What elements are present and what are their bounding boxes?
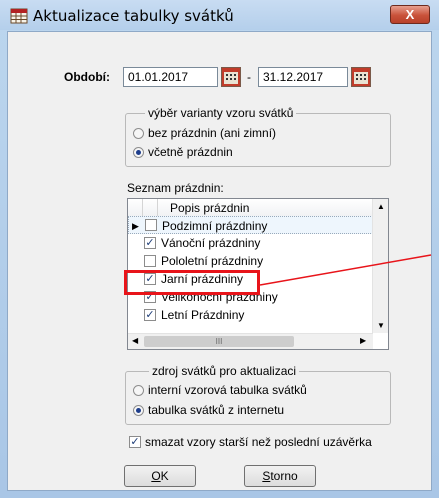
horizontal-scrollbar[interactable]: ◀ III ▶ xyxy=(128,333,373,349)
scroll-left-icon[interactable]: ◀ xyxy=(132,336,138,345)
variant-group-title: výběr varianty vzoru svátků xyxy=(145,106,297,120)
column-header-description[interactable]: Popis prázdnin xyxy=(170,201,249,215)
calendar-to-icon[interactable] xyxy=(351,67,371,87)
ok-button[interactable]: OK xyxy=(124,465,196,487)
calendar-from-icon[interactable] xyxy=(221,67,241,87)
ok-hotkey: O xyxy=(151,469,161,483)
variant-radio-with-holidays[interactable] xyxy=(133,147,144,158)
title-bar[interactable]: Aktualizace tabulky svátků X xyxy=(0,0,439,30)
row-checkbox[interactable]: ✓ xyxy=(144,309,156,321)
dialog-window: Aktualizace tabulky svátků X Období: 01.… xyxy=(0,0,439,498)
source-radio-internal[interactable] xyxy=(133,385,144,396)
list-item[interactable]: ✓ Vánoční prázdniny xyxy=(128,234,373,252)
variant-radio-no-holidays[interactable] xyxy=(133,128,144,139)
delete-old-checkbox[interactable]: ✓ xyxy=(129,436,141,448)
scroll-down-icon[interactable]: ▼ xyxy=(377,321,385,330)
ok-label: K xyxy=(160,469,169,483)
close-button[interactable]: X xyxy=(390,5,430,24)
annotation-arrow-line xyxy=(259,254,432,286)
source-option-label[interactable]: interní vzorová tabulka svátků xyxy=(148,383,307,397)
list-header[interactable]: Popis prázdnin xyxy=(128,199,373,217)
table-app-icon xyxy=(10,8,28,24)
cancel-button[interactable]: Storno xyxy=(244,465,316,487)
row-checkbox[interactable] xyxy=(144,255,156,267)
list-item-label: Podzimní prázdniny xyxy=(162,219,268,233)
period-to-input[interactable]: 31.12.2017 xyxy=(258,67,348,87)
list-item-label: Letní Prázdniny xyxy=(161,308,245,322)
source-group-title: zdroj svátků pro aktualizaci xyxy=(149,364,300,378)
period-from-input[interactable]: 01.01.2017 xyxy=(123,67,218,87)
window-title: Aktualizace tabulky svátků xyxy=(33,7,234,25)
source-radio-internet[interactable] xyxy=(133,405,144,416)
holiday-list-label: Seznam prázdnin: xyxy=(127,181,224,195)
dialog-body: Období: 01.01.2017 - 31.12.2017 výběr va… xyxy=(7,31,432,491)
horizontal-scroll-thumb[interactable]: III xyxy=(144,336,294,347)
scroll-up-icon[interactable]: ▲ xyxy=(377,202,385,211)
list-item-label: Vánoční prázdniny xyxy=(161,236,261,250)
current-row-pointer-icon: ▶ xyxy=(132,221,139,231)
period-label: Období: xyxy=(64,70,110,84)
variant-option-label[interactable]: bez prázdnin (ani zimní) xyxy=(148,126,276,140)
cancel-label: torno xyxy=(270,469,298,483)
period-separator: - xyxy=(247,70,251,84)
row-checkbox[interactable]: ✓ xyxy=(144,237,156,249)
delete-old-label[interactable]: smazat vzory starší než poslední uzávěrk… xyxy=(145,435,372,449)
source-option-label[interactable]: tabulka svátků z internetu xyxy=(148,403,284,417)
highlight-box xyxy=(124,270,260,295)
list-item-label: Pololetní prázdniny xyxy=(161,254,264,268)
list-item[interactable]: ✓ Letní Prázdniny xyxy=(128,306,373,324)
scroll-right-icon[interactable]: ▶ xyxy=(360,336,366,345)
variant-option-label[interactable]: včetně prázdnin xyxy=(148,145,233,159)
row-checkbox[interactable] xyxy=(145,219,157,231)
list-item[interactable]: ▶ Podzimní prázdniny xyxy=(128,216,373,234)
